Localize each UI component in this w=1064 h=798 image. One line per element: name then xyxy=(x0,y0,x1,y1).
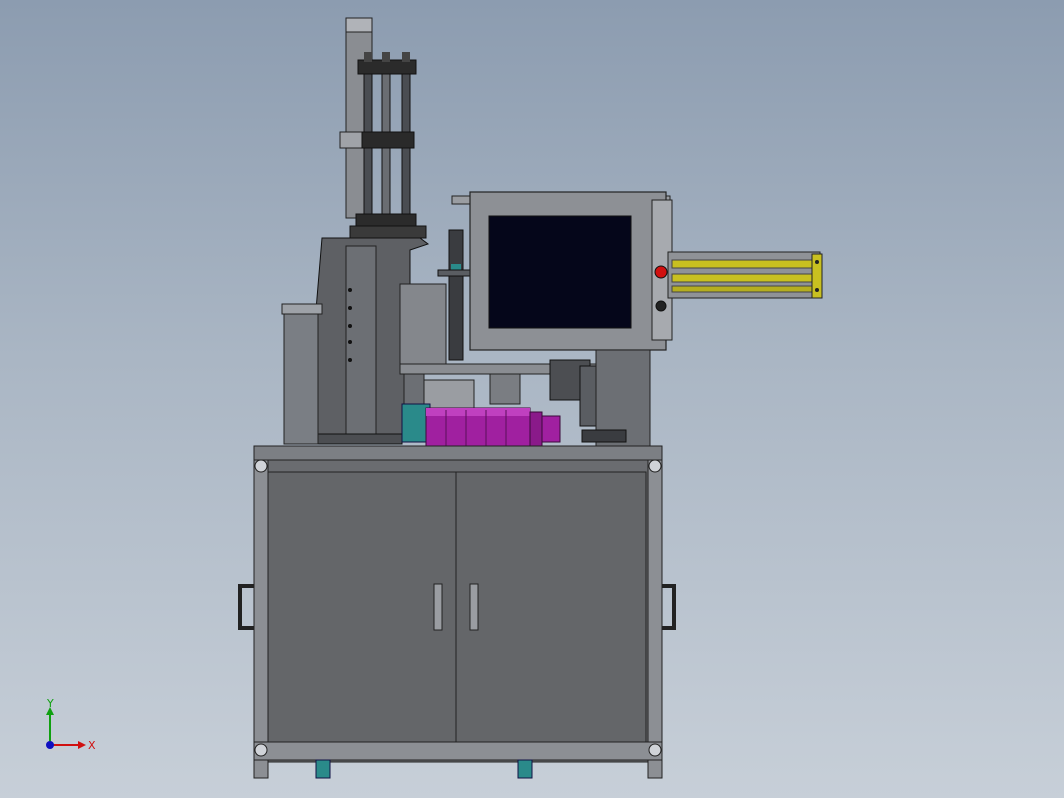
emergency-stop-button xyxy=(654,265,668,279)
door-handle-left xyxy=(433,583,443,631)
coordinate-triad: Y X xyxy=(46,697,96,752)
press-column xyxy=(339,17,427,239)
hmi-screen xyxy=(488,215,632,329)
cabinet-door-right xyxy=(455,471,647,743)
cabinet-door-left xyxy=(267,471,457,743)
x-axis-label: X xyxy=(88,739,96,752)
feed-drum xyxy=(281,303,323,445)
z-axis-dot xyxy=(46,741,54,749)
cabinet xyxy=(238,459,676,779)
y-axis-label: Y xyxy=(46,697,54,710)
pneumatic-cylinder xyxy=(667,251,823,299)
hmi-panel xyxy=(451,191,673,351)
gear-motor xyxy=(425,407,561,449)
cad-viewport[interactable] xyxy=(0,0,1064,798)
door-handle-right xyxy=(469,583,479,631)
